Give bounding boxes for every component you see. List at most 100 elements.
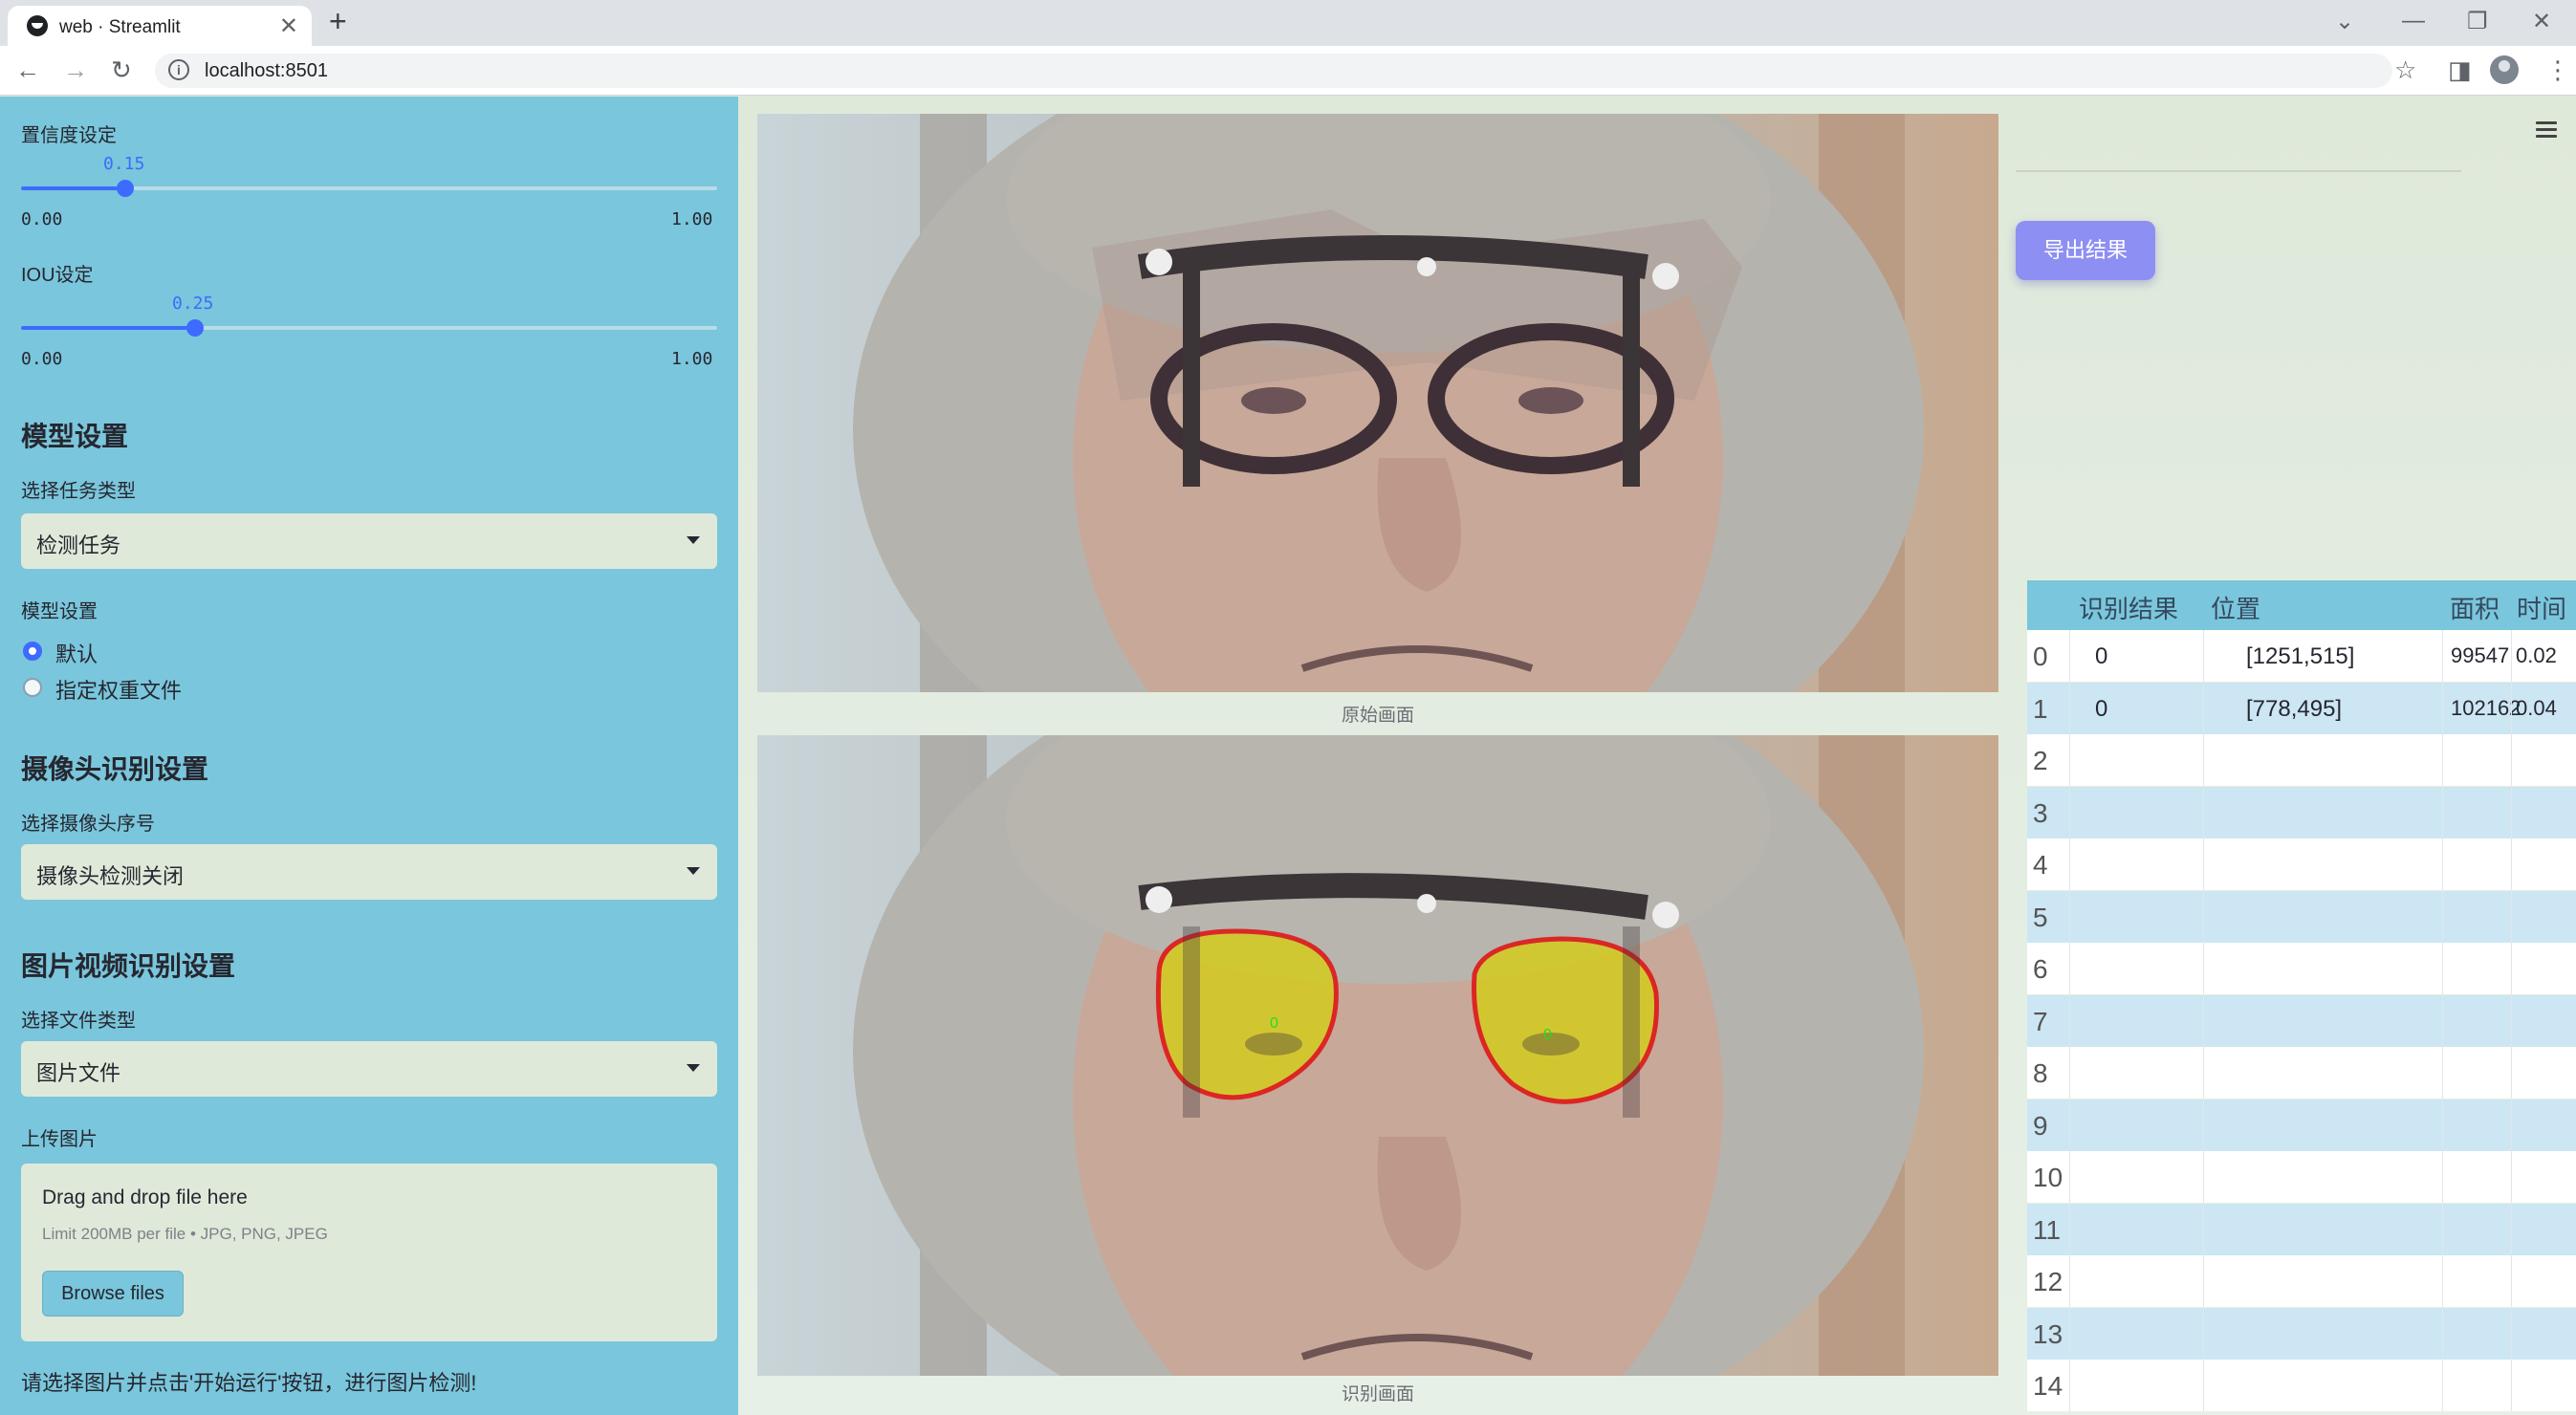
cell-area (2442, 734, 2511, 786)
camera-index-select[interactable]: 摄像头检测关闭 (21, 844, 717, 900)
browser-tab[interactable]: web · Streamlit ✕ (8, 6, 312, 46)
radio-custom-weights[interactable] (23, 678, 42, 697)
cell-area (2442, 1047, 2511, 1099)
cell-area (2442, 890, 2511, 943)
table-row[interactable]: 9 (2027, 1099, 2576, 1151)
cell-position (2203, 890, 2442, 943)
export-results-button[interactable]: 导出结果 (2016, 221, 2155, 280)
column-header-time[interactable]: 时间 (2511, 580, 2576, 632)
table-row[interactable]: 8 (2027, 1047, 2576, 1099)
browser-toolbar: ← → ↻ i localhost:8501 ☆ ◨ ⋮ (0, 46, 2576, 96)
table-row[interactable]: 1 0 [778,495] 102162 0.04 (2027, 682, 2576, 734)
confidence-max: 1.00 (671, 209, 713, 229)
browse-files-button[interactable]: Browse files (42, 1271, 184, 1317)
iou-label: IOU设定 (21, 265, 94, 286)
confidence-slider[interactable] (21, 180, 717, 197)
address-bar[interactable]: i localhost:8501 (155, 54, 2392, 88)
cell-area: 102162 (2442, 682, 2521, 734)
table-row[interactable]: 14 (2027, 1360, 2576, 1411)
face-photo-detected: 0 0 (757, 735, 1998, 1376)
hamburger-menu-icon[interactable] (2536, 121, 2557, 142)
confidence-slider-thumb[interactable] (117, 180, 134, 197)
cell-result (2069, 1360, 2203, 1411)
table-row[interactable]: 13 (2027, 1307, 2576, 1360)
table-header: 识别结果 位置 面积 时间 (2027, 580, 2576, 630)
table-row[interactable]: 6 (2027, 943, 2576, 994)
row-index: 10 (2033, 1163, 2063, 1192)
confidence-value: 0.15 (103, 154, 145, 174)
restore-button[interactable]: ❐ (2467, 8, 2488, 35)
result-image: 0 0 (757, 735, 1998, 1376)
camera-section-heading: 摄像头识别设置 (21, 754, 209, 784)
table-row[interactable]: 2 (2027, 734, 2576, 786)
cell-result (2069, 1099, 2203, 1151)
file-dropzone[interactable]: Drag and drop file here Limit 200MB per … (21, 1164, 717, 1341)
reload-icon[interactable]: ↻ (111, 55, 132, 85)
task-type-select[interactable]: 检测任务 (21, 513, 717, 569)
new-tab-button[interactable]: + (329, 4, 347, 39)
cell-area: 99547 (2442, 630, 2511, 682)
close-window-button[interactable]: ✕ (2532, 8, 2551, 35)
url-text: localhost:8501 (205, 60, 328, 81)
cell-time (2511, 890, 2576, 943)
cell-time (2511, 943, 2576, 994)
cell-position (2203, 1203, 2442, 1255)
column-header-position[interactable]: 位置 (2203, 580, 2442, 632)
detection-label-1: 0 (1543, 1027, 1552, 1043)
column-header-area[interactable]: 面积 (2442, 580, 2511, 632)
cell-position (2203, 1151, 2442, 1203)
table-row[interactable]: 3 (2027, 786, 2576, 838)
cell-result (2069, 1047, 2203, 1099)
row-index: 13 (2033, 1318, 2063, 1349)
table-row[interactable]: 5 (2027, 890, 2576, 943)
table-row[interactable]: 11 (2027, 1203, 2576, 1255)
bookmark-star-icon[interactable]: ☆ (2394, 55, 2416, 85)
radio-default[interactable] (23, 642, 42, 661)
cell-position: [778,495] (2203, 682, 2442, 734)
table-row[interactable]: 10 (2027, 1151, 2576, 1203)
tab-search-icon[interactable]: ⌄ (2335, 8, 2354, 35)
row-index: 3 (2033, 797, 2048, 828)
file-type-select[interactable]: 图片文件 (21, 1041, 717, 1097)
dropzone-limit: Limit 200MB per file • JPG, PNG, JPEG (42, 1225, 328, 1243)
camera-index-label: 选择摄像头序号 (21, 814, 155, 835)
forward-arrow-icon[interactable]: → (63, 55, 88, 85)
cell-position (2203, 786, 2442, 838)
table-row[interactable]: 12 (2027, 1255, 2576, 1307)
media-section-heading: 图片视频识别设置 (21, 951, 236, 981)
chevron-down-icon (687, 536, 700, 544)
original-image-caption: 原始画面 (1341, 706, 1414, 726)
tab-title: web · Streamlit (59, 17, 181, 37)
cell-result (2069, 1255, 2203, 1307)
row-index: 6 (2033, 954, 2048, 984)
iou-slider-thumb[interactable] (186, 319, 204, 337)
cell-time (2511, 1203, 2576, 1255)
profile-avatar[interactable] (2490, 55, 2519, 84)
table-row[interactable]: 0 0 [1251,515] 99547 0.02 (2027, 630, 2576, 682)
side-panel-icon[interactable]: ◨ (2448, 55, 2472, 85)
cell-result (2069, 786, 2203, 838)
dropzone-title: Drag and drop file here (42, 1186, 248, 1208)
chevron-down-icon (687, 1064, 700, 1072)
cell-result (2069, 734, 2203, 786)
cell-time (2511, 1360, 2576, 1411)
cell-result (2069, 890, 2203, 943)
column-header-result[interactable]: 识别结果 (2069, 580, 2203, 632)
close-tab-icon[interactable]: ✕ (279, 12, 298, 40)
back-arrow-icon[interactable]: ← (15, 55, 40, 85)
minimize-button[interactable]: — (2402, 8, 2425, 34)
table-row[interactable]: 7 (2027, 994, 2576, 1047)
browser-menu-icon[interactable]: ⋮ (2545, 55, 2570, 85)
cell-position (2203, 1047, 2442, 1099)
cell-result (2069, 1151, 2203, 1203)
confidence-slider-fill (21, 186, 125, 190)
row-index: 14 (2033, 1371, 2063, 1401)
cell-area (2442, 838, 2511, 890)
iou-slider[interactable] (21, 319, 717, 337)
face-photo-original (757, 114, 1998, 692)
radio-default-label: 默认 (55, 642, 98, 666)
cell-area (2442, 1151, 2511, 1203)
row-index: 12 (2033, 1267, 2063, 1296)
site-info-icon[interactable]: i (168, 59, 189, 80)
table-row[interactable]: 4 (2027, 838, 2576, 890)
